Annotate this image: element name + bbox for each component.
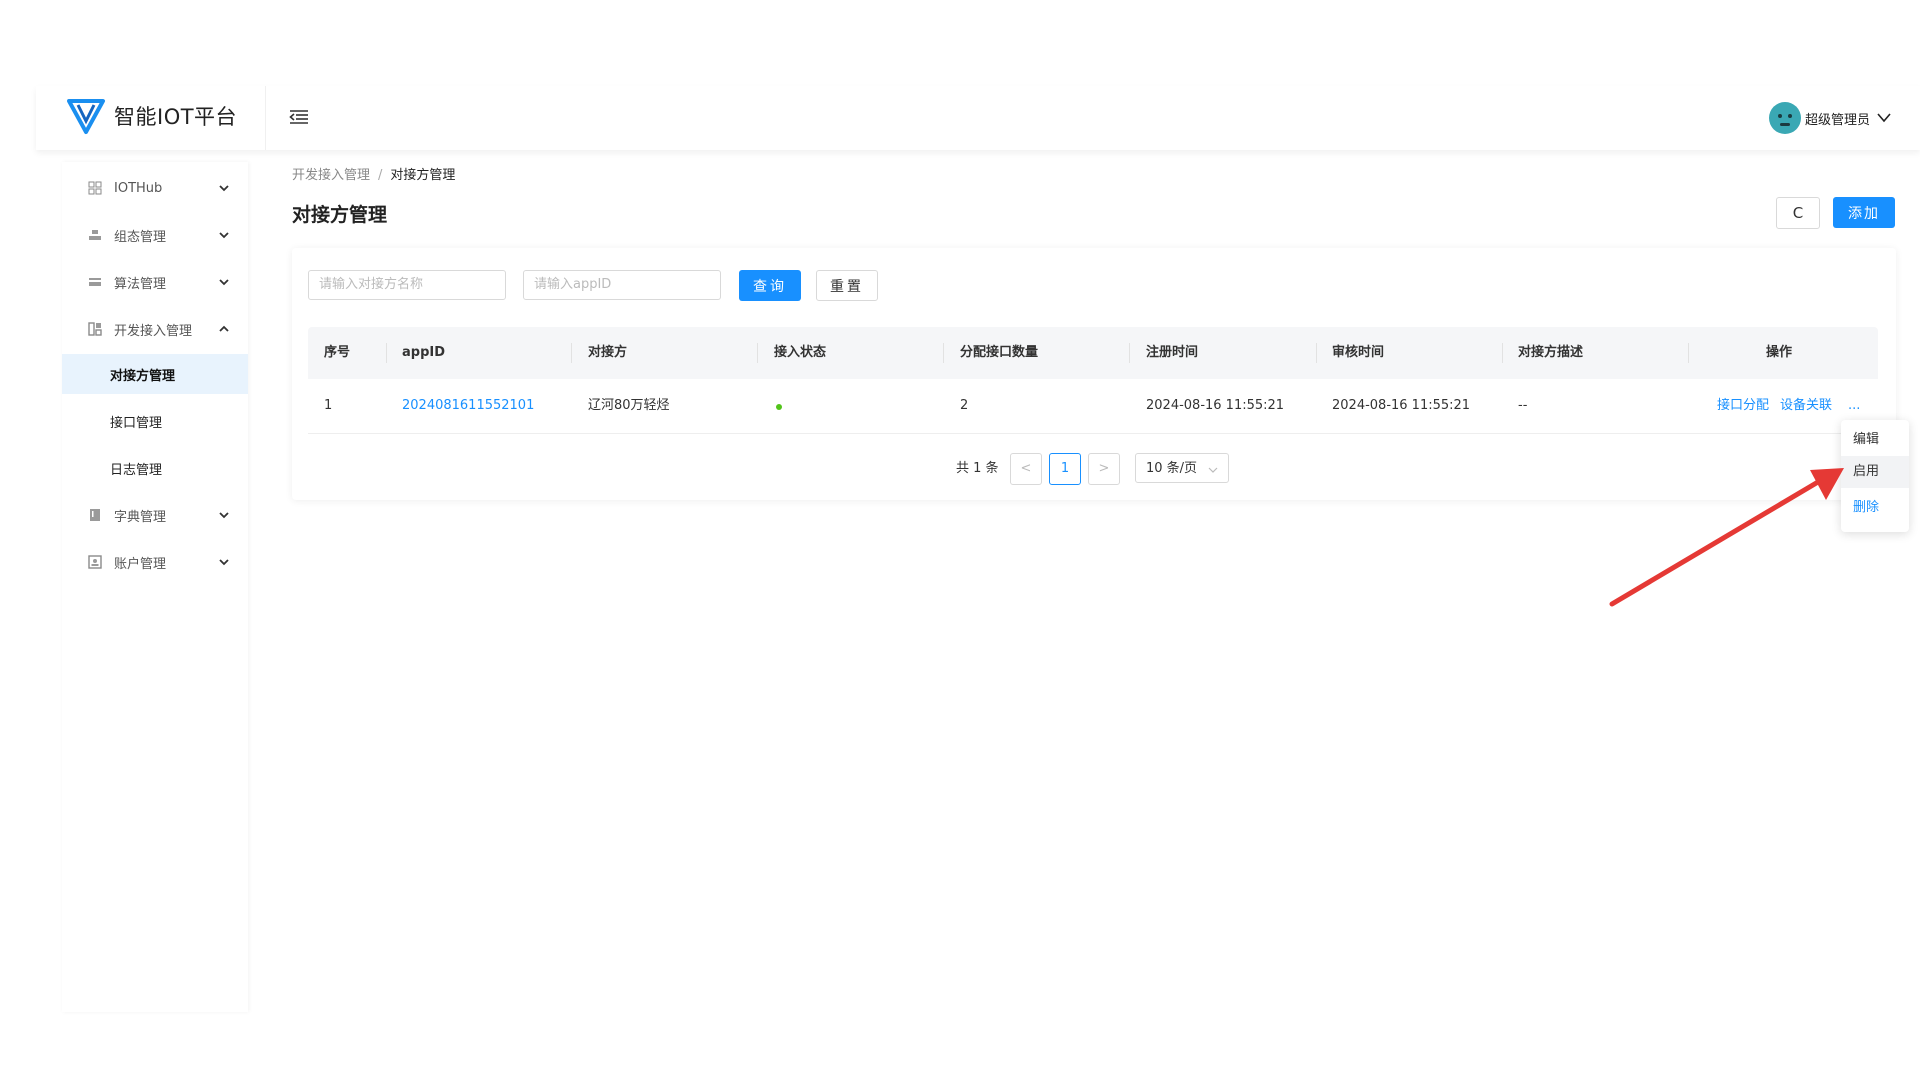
header-divider bbox=[265, 86, 266, 150]
edit-menu-item[interactable]: 编辑 bbox=[1841, 424, 1909, 456]
chevron-down-icon bbox=[219, 185, 229, 192]
user-name[interactable]: 超级管理员 bbox=[1805, 109, 1870, 128]
next-page-button[interactable]: > bbox=[1088, 453, 1120, 485]
column-header: 审核时间 bbox=[1332, 345, 1385, 360]
assign-interface-link[interactable]: 接口分配 bbox=[1717, 379, 1769, 433]
page-size-label: 10 条/页 bbox=[1146, 461, 1198, 476]
add-button[interactable]: 添加 bbox=[1833, 197, 1895, 228]
sidebar: IOTHub 组态管理 算法管理 开发接入管理 对接方管理 接口管理 日志管理 bbox=[62, 162, 248, 1012]
sidebar-subitem-label: 接口管理 bbox=[110, 415, 163, 431]
sidebar-item-label: 字典管理 bbox=[114, 509, 167, 525]
logo-icon bbox=[67, 99, 105, 134]
cell-appid-link[interactable]: 2024081611552101 bbox=[402, 379, 534, 433]
column-header: 对接方描述 bbox=[1518, 345, 1584, 360]
column-divider bbox=[386, 343, 387, 363]
chevron-down-icon bbox=[219, 279, 229, 286]
cell-register-time: 2024-08-16 11:55:21 bbox=[1146, 398, 1285, 413]
sidebar-item-label: 账户管理 bbox=[114, 556, 167, 572]
table-row: 1 2024081611552101 辽河80万轻烃 2 2024-08-16 … bbox=[308, 379, 1878, 434]
chevron-down-icon bbox=[1208, 467, 1218, 473]
sidebar-subitem-interface[interactable]: 接口管理 bbox=[62, 401, 248, 441]
column-header: 序号 bbox=[324, 345, 351, 360]
logo: 智能IOT平台 bbox=[66, 96, 237, 136]
cell-index: 1 bbox=[324, 398, 333, 413]
appid-input[interactable]: 请输入appID bbox=[523, 270, 721, 300]
account-icon bbox=[88, 555, 102, 569]
breadcrumb-current: 对接方管理 bbox=[390, 168, 456, 183]
page-title: 对接方管理 bbox=[292, 204, 388, 226]
breadcrumb-parent[interactable]: 开发接入管理 bbox=[292, 168, 370, 183]
annotation-arrow-icon bbox=[1609, 468, 1844, 607]
sidebar-item-dictionary[interactable]: 字典管理 bbox=[62, 495, 248, 535]
sidebar-item-dev-access[interactable]: 开发接入管理 bbox=[62, 309, 248, 349]
sidebar-subitem-label: 日志管理 bbox=[110, 462, 163, 478]
partner-name-input[interactable]: 请输入对接方名称 bbox=[308, 270, 506, 300]
cell-description: -- bbox=[1518, 398, 1528, 413]
top-header: 智能IOT平台 超级管理员 bbox=[36, 86, 1920, 150]
column-header: 注册时间 bbox=[1146, 345, 1199, 360]
column-divider bbox=[571, 343, 572, 363]
column-header: 分配接口数量 bbox=[960, 345, 1039, 360]
book-icon bbox=[90, 509, 100, 521]
layers-icon bbox=[89, 230, 101, 240]
column-divider bbox=[1502, 343, 1503, 363]
pagination-total: 共 1 条 bbox=[956, 461, 999, 476]
cell-audit-time: 2024-08-16 11:55:21 bbox=[1332, 398, 1471, 413]
sidebar-item-account[interactable]: 账户管理 bbox=[62, 542, 248, 582]
query-button[interactable]: 查询 bbox=[739, 270, 801, 301]
chevron-down-icon[interactable] bbox=[1876, 110, 1892, 126]
device-association-link[interactable]: 设备关联 bbox=[1780, 379, 1832, 433]
apps-icon bbox=[88, 322, 102, 336]
page-size-select[interactable]: 10 条/页 bbox=[1135, 453, 1229, 483]
grid-icon bbox=[88, 181, 102, 195]
sidebar-item-iothub[interactable]: IOTHub bbox=[62, 168, 248, 208]
menu-collapse-icon[interactable] bbox=[286, 104, 312, 130]
sidebar-item-label: 开发接入管理 bbox=[114, 323, 193, 339]
sidebar-item-label: 组态管理 bbox=[114, 229, 167, 245]
sidebar-item-algorithm[interactable]: 算法管理 bbox=[62, 262, 248, 302]
breadcrumb: 开发接入管理 / 对接方管理 bbox=[292, 164, 455, 183]
table-header: 序号 appID 对接方 接入状态 分配接口数量 注册时间 审核时间 对接方描述… bbox=[308, 327, 1878, 379]
sidebar-subitem-partner[interactable]: 对接方管理 bbox=[62, 354, 248, 394]
sidebar-item-config[interactable]: 组态管理 bbox=[62, 215, 248, 255]
sidebar-item-label: IOTHub bbox=[114, 180, 163, 196]
column-divider bbox=[1316, 343, 1317, 363]
column-divider bbox=[943, 343, 944, 363]
sidebar-item-label: 算法管理 bbox=[114, 276, 167, 292]
avatar[interactable] bbox=[1768, 102, 1801, 134]
chevron-down-icon bbox=[219, 232, 229, 239]
prev-page-button[interactable]: < bbox=[1010, 453, 1042, 485]
cell-interface-count: 2 bbox=[960, 398, 969, 413]
column-header: 接入状态 bbox=[774, 345, 827, 360]
breadcrumb-separator: / bbox=[378, 168, 383, 183]
card-icon bbox=[89, 278, 101, 286]
chevron-down-icon bbox=[219, 559, 229, 566]
chevron-down-icon bbox=[219, 512, 229, 519]
column-header: appID bbox=[402, 345, 446, 360]
column-divider bbox=[1688, 343, 1689, 363]
page-1-button[interactable]: 1 bbox=[1049, 453, 1081, 485]
cell-partner: 辽河80万轻烃 bbox=[588, 398, 670, 413]
reset-button[interactable]: 重置 bbox=[816, 270, 878, 301]
column-divider bbox=[757, 343, 758, 363]
chevron-up-icon bbox=[219, 325, 229, 332]
user-menu[interactable]: 超级管理员 bbox=[1768, 102, 1892, 134]
column-divider bbox=[1129, 343, 1130, 363]
column-header: 操作 bbox=[1766, 345, 1793, 360]
sidebar-subitem-log[interactable]: 日志管理 bbox=[62, 448, 248, 488]
app-title: 智能IOT平台 bbox=[114, 105, 238, 129]
status-online-indicator bbox=[776, 404, 782, 410]
sidebar-subitem-label: 对接方管理 bbox=[110, 368, 176, 384]
refresh-button[interactable]: C bbox=[1776, 197, 1820, 229]
column-header: 对接方 bbox=[588, 345, 628, 360]
